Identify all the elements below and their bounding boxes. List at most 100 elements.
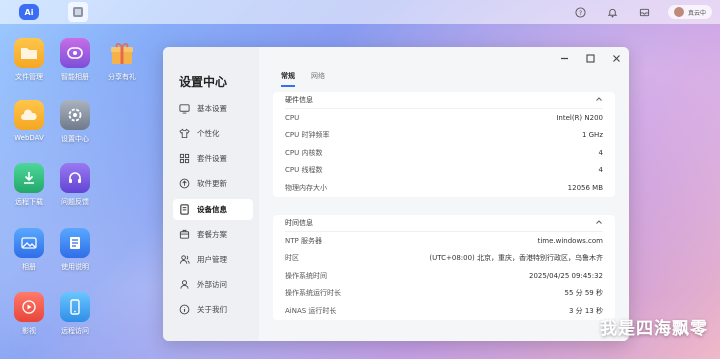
desktop-icon-label: 远程下载 (15, 198, 43, 206)
info-row: CPU 内核数 4 (285, 144, 603, 162)
row-value: Intel(R) N200 (556, 113, 603, 122)
inbox-icon[interactable] (636, 3, 654, 21)
settings-content: 常规 网络 硬件信息 CPU Intel(R) N200 CPU 时钟频率 1 GH… (259, 47, 629, 341)
app-logo[interactable]: Ai (19, 4, 39, 20)
desktop-icon-manual[interactable]: 使用说明 (50, 228, 100, 272)
nav-item-personalize[interactable]: 个性化 (173, 123, 253, 144)
chevron-up-icon[interactable] (595, 96, 603, 104)
desktop-icon-video[interactable]: 影视 (4, 292, 54, 336)
window-title: 设置中心 (179, 75, 228, 89)
row-value: 12056 MB (567, 183, 603, 192)
user-menu[interactable]: 真云中 (667, 5, 712, 19)
headset-icon (60, 163, 90, 193)
desktop-icon-smart-album[interactable]: 智能相册 (50, 38, 100, 82)
settings-window: 设置中心 基本设置 个性化 套件设置 软件更新 设备信息 套餐方案 用户管理 外… (163, 47, 629, 341)
nav-item-about[interactable]: 关于我们 (173, 299, 253, 320)
nav-item-users[interactable]: 用户管理 (173, 249, 253, 270)
info-row: 时区 (UTC+08:00) 北京，重庆，香港特别行政区，乌鲁木齐 (285, 250, 603, 268)
chevron-up-icon[interactable] (595, 219, 603, 227)
desktop-icon-remote-download[interactable]: 远程下载 (4, 163, 54, 207)
row-value: 3 分 13 秒 (568, 306, 603, 315)
folder-icon (14, 38, 44, 68)
desktop-icon-settings[interactable]: 设置中心 (50, 100, 100, 144)
row-label: AiNAS 运行时长 (285, 306, 337, 315)
manual-icon (60, 228, 90, 258)
desktop-icon-file-manager[interactable]: 文件管理 (4, 38, 54, 82)
user-name: 真云中 (687, 9, 706, 17)
nav-item-label: 基本设置 (197, 104, 227, 113)
download-icon (14, 163, 44, 193)
close-icon[interactable] (609, 51, 623, 65)
desktop-icon-label: 使用说明 (61, 263, 89, 271)
section-title: 硬件信息 (285, 96, 313, 104)
top-bar: Ai ? 真云中 (0, 0, 720, 24)
hardware-info-header[interactable]: 硬件信息 (285, 92, 603, 109)
nav-item-label: 关于我们 (197, 305, 227, 314)
desktop-icon-album[interactable]: 相册 (4, 228, 54, 272)
nav-item-label: 用户管理 (197, 255, 227, 264)
minimize-icon[interactable] (557, 51, 571, 65)
desktop-icon-webdav[interactable]: WebDAV (4, 100, 54, 142)
update-icon (179, 178, 190, 189)
image-icon (14, 228, 44, 258)
row-value: (UTC+08:00) 北京，重庆，香港特别行政区，乌鲁木齐 (429, 254, 603, 263)
shirt-icon (179, 128, 190, 139)
cloud-folder-icon (14, 100, 44, 130)
external-icon (180, 280, 189, 289)
users-icon (179, 255, 190, 264)
settings-sidebar: 设置中心 基本设置 个性化 套件设置 软件更新 设备信息 套餐方案 用户管理 外… (163, 47, 259, 341)
avatar (673, 7, 684, 17)
remote-phone-icon (60, 292, 90, 322)
nav-item-basic[interactable]: 基本设置 (173, 98, 253, 119)
device-icon (180, 204, 189, 215)
monitor-icon (179, 104, 190, 114)
row-label: CPU 线程数 (285, 166, 323, 175)
gift-icon (107, 38, 137, 68)
watermark: 我是四海飘零 (600, 319, 708, 339)
row-value: time.windows.com (537, 236, 603, 245)
row-label: NTP 服务器 (285, 236, 322, 245)
row-label: CPU (285, 113, 300, 122)
row-label: 操作系统运行时长 (285, 289, 341, 298)
desktop-icon-label: 文件管理 (15, 73, 43, 81)
info-row: AiNAS 运行时长 3 分 13 秒 (285, 302, 603, 320)
nav-item-suite[interactable]: 套件设置 (173, 148, 253, 169)
maximize-icon[interactable] (583, 51, 597, 65)
svg-text:?: ? (579, 8, 582, 16)
desktop-icon-label: 智能相册 (61, 73, 89, 81)
bell-icon[interactable] (604, 3, 622, 21)
tab-network[interactable]: 网络 (311, 71, 325, 87)
info-row: 操作系统时间 2025/04/25 09:45:32 (285, 267, 603, 285)
hardware-info-card: 硬件信息 CPU Intel(R) N200 CPU 时钟频率 1 GHz CPU … (273, 92, 615, 197)
nav-item-package[interactable]: 套餐方案 (173, 224, 253, 245)
row-value: 4 (598, 166, 603, 175)
section-title: 时间信息 (285, 219, 313, 227)
nav-item-device-info[interactable]: 设备信息 (173, 199, 253, 220)
desktop-icon-gift[interactable]: 分享有礼 (97, 38, 147, 82)
tab-general[interactable]: 常规 (281, 71, 295, 87)
desktop-icon-label: 相册 (22, 263, 36, 271)
desktop-icon-label: 设置中心 (61, 135, 89, 143)
photo-album-icon (60, 38, 90, 68)
row-label: CPU 内核数 (285, 148, 323, 157)
desktop-icon-label: 影视 (22, 327, 36, 335)
nav-item-external-access[interactable]: 外部访问 (173, 274, 253, 295)
row-label: 时区 (285, 254, 299, 263)
nav-item-label: 设备信息 (197, 205, 227, 214)
nav-item-update[interactable]: 软件更新 (173, 173, 253, 194)
row-value: 4 (598, 148, 603, 157)
desktop-icon-label: 远程访问 (61, 327, 89, 335)
row-label: 物理内存大小 (285, 183, 327, 192)
desktop-icon-remote-access[interactable]: 远程访问 (50, 292, 100, 336)
grid-icon (179, 153, 190, 164)
taskbar-settings-app[interactable] (68, 2, 88, 22)
settings-icon (60, 100, 90, 130)
nav-item-label: 套件设置 (197, 154, 227, 163)
info-row: CPU 时钟频率 1 GHz (285, 127, 603, 145)
help-icon[interactable]: ? (572, 3, 590, 21)
info-icon (179, 304, 190, 315)
time-info-card: 时间信息 NTP 服务器 time.windows.com 时区 (UTC+08:0… (273, 215, 615, 320)
desktop-icon-label: 分享有礼 (108, 73, 136, 81)
time-info-header[interactable]: 时间信息 (285, 215, 603, 232)
desktop-icon-feedback[interactable]: 问题反馈 (50, 163, 100, 207)
